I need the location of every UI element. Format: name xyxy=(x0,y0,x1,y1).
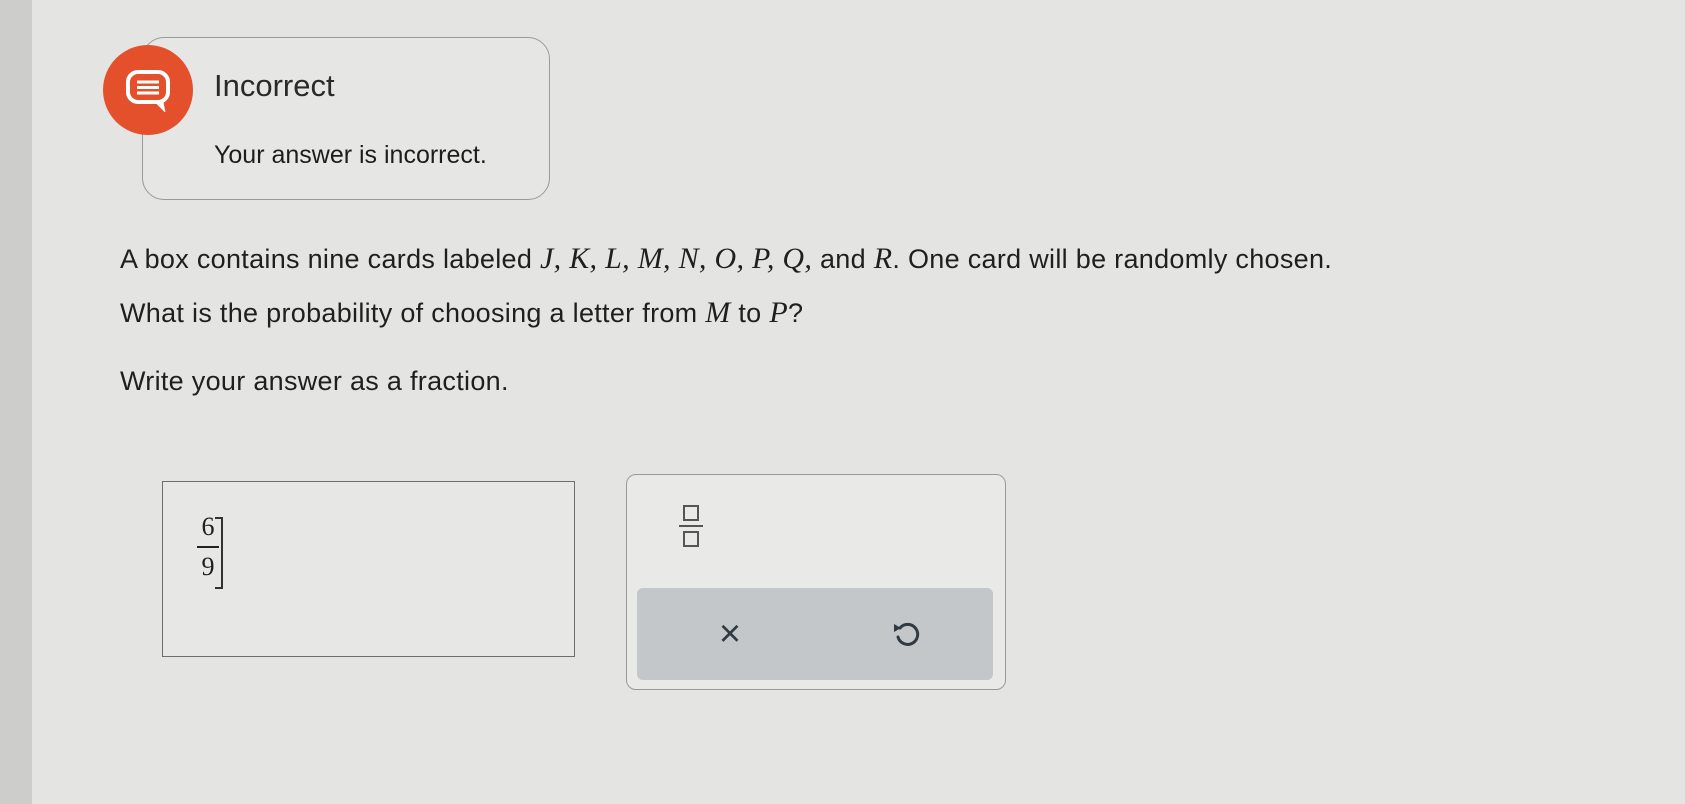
fraction-tool-top-box xyxy=(683,505,699,521)
answer-input[interactable]: 6 9 xyxy=(162,481,575,657)
card-letters: J, K, L, M, N, O, P, Q, xyxy=(539,242,813,275)
text-cursor xyxy=(215,517,223,589)
chat-bubble-icon xyxy=(126,70,170,112)
question-part: . One card will be randomly chosen. xyxy=(892,244,1333,274)
range-start: M xyxy=(705,296,731,329)
question-part: and xyxy=(812,244,874,274)
question-part: ? xyxy=(787,298,804,328)
feedback-message: Your answer is incorrect. xyxy=(214,141,487,169)
undo-button[interactable] xyxy=(880,608,932,660)
toolbox-action-bar: × xyxy=(637,588,993,680)
clear-button[interactable]: × xyxy=(704,608,756,660)
question-part: to xyxy=(730,298,770,328)
question-part: What is the probability of choosing a le… xyxy=(120,298,706,328)
feedback-badge xyxy=(103,45,193,135)
card-letter-last: R xyxy=(873,242,893,275)
fraction-template-icon[interactable] xyxy=(677,505,705,555)
feedback-card xyxy=(142,37,550,200)
fraction-tool-bar xyxy=(679,525,703,527)
left-edge-border xyxy=(0,0,32,804)
fraction-numerator[interactable]: 6 xyxy=(193,510,223,544)
fraction-bar xyxy=(197,546,219,548)
undo-icon xyxy=(894,622,920,646)
question-text: A box contains nine cards labeled J, K, … xyxy=(120,232,1640,340)
range-end: P xyxy=(769,296,788,329)
question-part: A box contains nine cards labeled xyxy=(120,244,540,274)
fraction-denominator[interactable]: 9 xyxy=(193,550,223,584)
math-toolbox: × xyxy=(626,474,1006,690)
answer-fraction[interactable]: 6 9 xyxy=(193,510,223,584)
fraction-tool-bottom-box xyxy=(683,531,699,547)
feedback-title: Incorrect xyxy=(214,68,335,103)
instruction-text: Write your answer as a fraction. xyxy=(120,366,509,396)
